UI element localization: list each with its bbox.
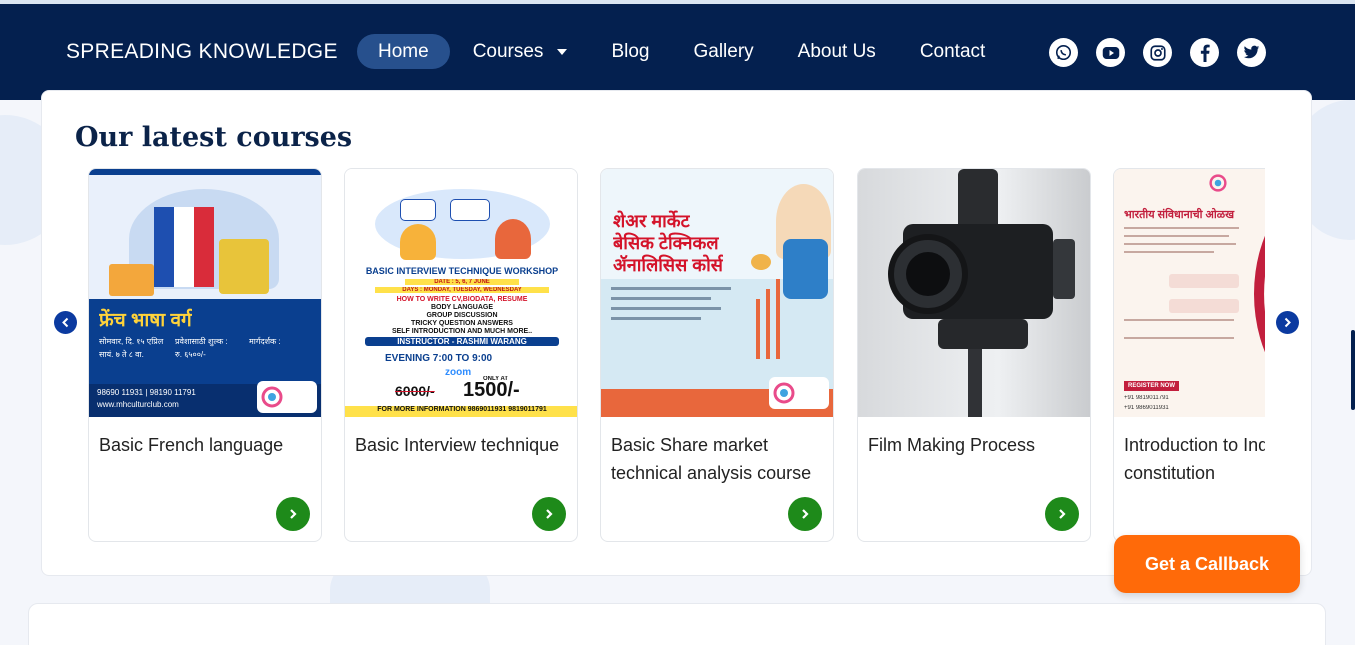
course-open-button[interactable] bbox=[532, 497, 566, 531]
poster-heading: भारतीय संविधानाची ओळख bbox=[1124, 209, 1235, 221]
main-nav: Home Courses Blog Gallery About Us Conta… bbox=[357, 34, 1008, 69]
course-title[interactable]: Basic Share market technical analysis co… bbox=[611, 431, 831, 487]
poster-heading: ॲनालिसिस कोर्स bbox=[613, 255, 723, 275]
course-open-button[interactable] bbox=[788, 497, 822, 531]
next-section-card bbox=[28, 603, 1326, 645]
nav-courses[interactable]: Courses bbox=[452, 34, 589, 69]
social-links bbox=[1049, 38, 1284, 67]
culture-club-logo bbox=[769, 377, 829, 409]
poster-topic: GROUP DISCUSSION bbox=[426, 312, 498, 319]
scrollbar-indicator bbox=[1351, 330, 1355, 410]
course-image[interactable]: भारतीय संविधानाची ओळख REGISTER NOW +91 9… bbox=[1114, 169, 1265, 417]
zoom-logo: zoom bbox=[445, 367, 472, 378]
chevron-right-icon bbox=[802, 509, 809, 519]
poster-time: EVENING 7:00 TO 9:00 bbox=[385, 353, 493, 364]
poster-heading: शेअर मार्केट bbox=[613, 211, 690, 231]
nav-gallery[interactable]: Gallery bbox=[672, 34, 774, 69]
nav-contact[interactable]: Contact bbox=[899, 34, 1006, 69]
get-callback-button[interactable]: Get a Callback bbox=[1114, 535, 1300, 593]
course-card[interactable]: भारतीय संविधानाची ओळख REGISTER NOW +91 9… bbox=[1113, 168, 1265, 542]
poster-detail: सोमवार, दि. १५ एप्रिल bbox=[99, 337, 164, 346]
course-image[interactable]: शेअर मार्केट बेसिक टेक्निकल ॲनालिसिस कोर… bbox=[601, 169, 833, 417]
course-image[interactable]: BASIC INTERVIEW TECHNIQUE WORKSHOP DATE … bbox=[345, 169, 577, 417]
poster-heading: BASIC INTERVIEW TECHNIQUE WORKSHOP bbox=[365, 266, 559, 276]
nav-home[interactable]: Home bbox=[357, 34, 450, 69]
course-title[interactable]: Basic French language bbox=[99, 431, 319, 459]
poster-website: www.mhculturclub.com bbox=[97, 400, 179, 409]
carousel-prev-button[interactable] bbox=[54, 311, 77, 334]
poster-topic: HOW TO WRITE CV,BIODATA, RESUME bbox=[396, 296, 528, 303]
chevron-right-icon bbox=[1284, 317, 1291, 328]
poster-guide-label: मार्गदर्शक : bbox=[249, 337, 281, 346]
chevron-left-icon bbox=[62, 317, 69, 328]
nav-blog[interactable]: Blog bbox=[590, 34, 670, 69]
poster-fee-value: रु. ६५००/- bbox=[175, 350, 206, 359]
chevron-right-icon bbox=[290, 509, 297, 519]
nav-about-us[interactable]: About Us bbox=[777, 34, 897, 69]
section-title: Our latest courses bbox=[75, 122, 353, 153]
poster-register-button: REGISTER NOW bbox=[1124, 381, 1179, 391]
poster-instructor: INSTRUCTOR - RASHMI WARANG bbox=[365, 337, 559, 346]
poster-fee-label: प्रवेशासाठी शुल्क : bbox=[175, 337, 228, 346]
poster-detail: सायं. ७ ते ८ वा. bbox=[99, 350, 144, 359]
poster-topic: BODY LANGUAGE bbox=[430, 304, 494, 311]
poster-days: DAYS : MONDAY, TUESDAY, WEDNESDAY bbox=[375, 287, 549, 293]
twitter-icon[interactable] bbox=[1237, 38, 1266, 67]
poster-price: 1500/- bbox=[463, 379, 520, 401]
culture-club-logo bbox=[257, 381, 317, 413]
poster-old-price: 6000/- bbox=[395, 383, 435, 399]
poster-phone: +91 9819011791 bbox=[1124, 395, 1169, 401]
course-image[interactable] bbox=[858, 169, 1090, 417]
course-title[interactable]: Film Making Process bbox=[868, 431, 1088, 459]
poster-footer: FOR MORE INFORMATION 9869011931 98190117… bbox=[345, 406, 577, 417]
facebook-icon[interactable] bbox=[1190, 38, 1219, 67]
chevron-right-icon bbox=[1059, 509, 1066, 519]
carousel-next-button[interactable] bbox=[1276, 311, 1299, 334]
poster-heading: फ्रेंच भाषा वर्ग bbox=[99, 310, 192, 331]
course-image[interactable]: फ्रेंच भाषा वर्ग सोमवार, दि. १५ एप्रिल स… bbox=[89, 169, 321, 417]
culture-club-logo bbox=[1209, 174, 1259, 196]
brand-logo-text[interactable]: SPREADING KNOWLEDGE bbox=[66, 40, 338, 64]
chevron-right-icon bbox=[546, 509, 553, 519]
poster-phone: 98690 11931 | 98190 11791 bbox=[97, 388, 196, 397]
course-open-button[interactable] bbox=[276, 497, 310, 531]
courses-carousel: फ्रेंच भाषा वर्ग सोमवार, दि. १५ एप्रिल स… bbox=[88, 168, 1265, 544]
youtube-icon[interactable] bbox=[1096, 38, 1125, 67]
instagram-icon[interactable] bbox=[1143, 38, 1172, 67]
course-title[interactable]: Introduction to Indian constitution bbox=[1124, 431, 1265, 487]
poster-phone: +91 9869011931 bbox=[1124, 405, 1169, 411]
poster-date: DATE : 5, 6, 7 JUNE bbox=[405, 279, 519, 285]
chevron-down-icon[interactable] bbox=[557, 48, 568, 55]
course-card[interactable]: शेअर मार्केट बेसिक टेक्निकल ॲनालिसिस कोर… bbox=[600, 168, 834, 542]
course-card[interactable]: BASIC INTERVIEW TECHNIQUE WORKSHOP DATE … bbox=[344, 168, 578, 542]
whatsapp-icon[interactable] bbox=[1049, 38, 1078, 67]
course-card[interactable]: Film Making Process bbox=[857, 168, 1091, 542]
poster-heading: बेसिक टेक्निकल bbox=[613, 233, 719, 253]
nav-courses-label: Courses bbox=[472, 40, 544, 62]
course-card[interactable]: फ्रेंच भाषा वर्ग सोमवार, दि. १५ एप्रिल स… bbox=[88, 168, 322, 542]
poster-topic: TRICKY QUESTION ANSWERS bbox=[411, 320, 513, 327]
site-header: SPREADING KNOWLEDGE Home Courses Blog Ga… bbox=[0, 4, 1355, 100]
poster-topic: SELF INTRODUCTION AND MUCH MORE.. bbox=[391, 328, 533, 335]
course-open-button[interactable] bbox=[1045, 497, 1079, 531]
course-title[interactable]: Basic Interview technique bbox=[355, 431, 575, 459]
